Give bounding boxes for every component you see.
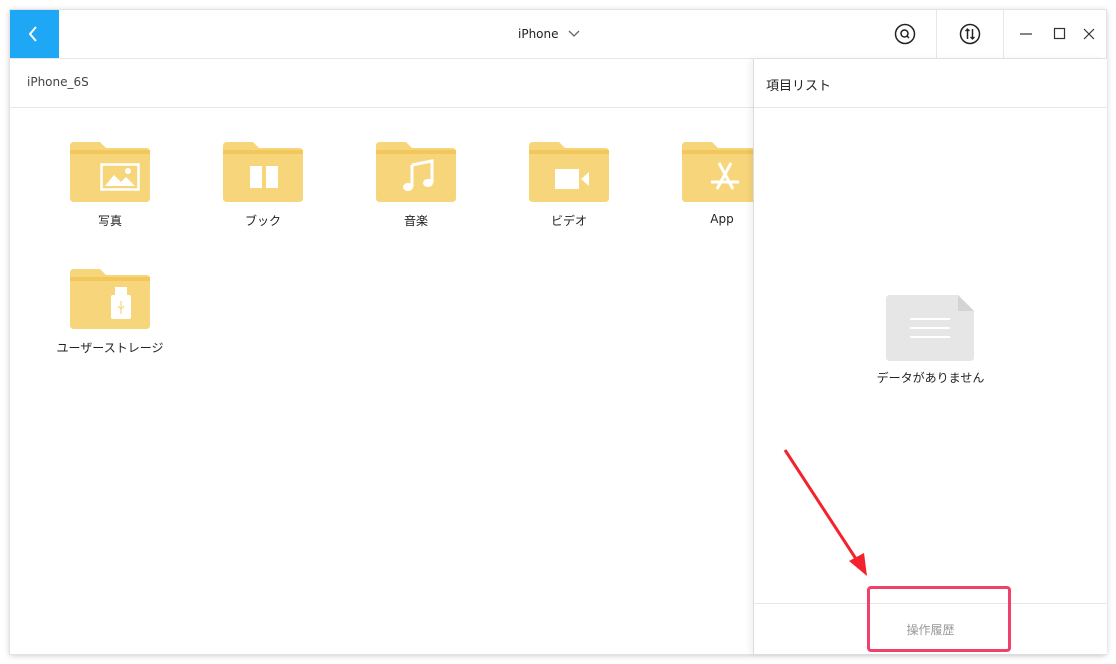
music-icon [403, 159, 434, 191]
photo-icon [100, 163, 140, 191]
minimize-icon [1020, 33, 1032, 35]
folder-books[interactable]: ブック [208, 108, 318, 228]
transfer-icon [959, 23, 981, 45]
panel-header: 項目リスト [754, 59, 1107, 108]
breadcrumb-bar: iPhone_6S [10, 59, 753, 108]
search-icon [894, 23, 916, 45]
folder-label: 音楽 [403, 214, 428, 228]
title-bar: iPhone [10, 10, 1106, 59]
close-button[interactable] [1079, 24, 1099, 44]
chevron-down-icon [568, 30, 579, 37]
operation-history-button[interactable]: 操作履歴 [754, 604, 1107, 655]
folder-photos[interactable]: 写真 [55, 108, 165, 228]
folder-music[interactable]: 音楽 [361, 108, 471, 228]
minimize-button[interactable] [1016, 24, 1036, 44]
empty-state-text: データがありません [876, 371, 985, 385]
folder-label: ユーザーストレージ [56, 341, 164, 355]
empty-document-icon [886, 295, 974, 361]
book-icon [250, 166, 278, 188]
folder-grid: 写真 ブック 音楽 ビデオ App ユーザーストレージ [10, 108, 753, 654]
back-button[interactable] [10, 10, 59, 58]
folder-label: 写真 [97, 214, 122, 228]
item-list-panel: 項目リスト データがありません 操作履歴 [753, 59, 1107, 654]
maximize-button[interactable] [1050, 24, 1070, 44]
app-window: iPhone iPhone_6S 写真 ブック 音楽 ビデオ App ユーザース… [10, 10, 1107, 654]
folder-label: ブック [244, 214, 281, 228]
app-store-icon [711, 162, 739, 190]
folder-user-storage[interactable]: ユーザーストレージ [55, 235, 165, 355]
usb-icon [111, 287, 131, 319]
folder-label: App [710, 212, 734, 226]
toolbar-divider [1003, 10, 1004, 58]
panel-title: 項目リスト [766, 79, 832, 94]
folder-videos[interactable]: ビデオ [514, 108, 624, 228]
transfer-button[interactable] [937, 10, 1003, 58]
close-icon [1083, 28, 1095, 40]
video-icon [555, 169, 589, 189]
device-selector[interactable]: iPhone [518, 24, 581, 44]
maximize-icon [1053, 27, 1066, 40]
breadcrumb[interactable]: iPhone_6S [27, 75, 89, 89]
folder-app[interactable]: App [667, 108, 753, 226]
folder-label: ビデオ [550, 214, 587, 228]
panel-footer: 操作履歴 [754, 603, 1107, 655]
search-button[interactable] [872, 10, 938, 58]
back-icon [28, 26, 37, 42]
device-name: iPhone [518, 27, 559, 41]
